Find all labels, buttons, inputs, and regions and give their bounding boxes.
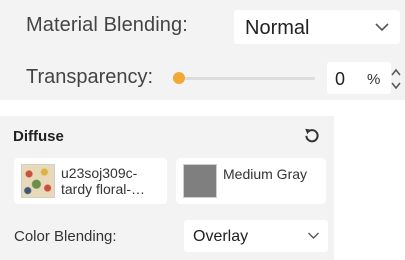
texture-name: u23soj309c-tardy floral-…	[61, 165, 146, 197]
color-blending-select[interactable]: Overlay	[184, 220, 328, 252]
material-blending-label: Material Blending:	[26, 14, 188, 36]
percent-unit: %	[367, 71, 381, 88]
stepper-arrows-icon[interactable]	[390, 66, 402, 92]
color-name: Medium Gray	[223, 166, 308, 182]
diffuse-title: Diffuse	[13, 128, 64, 145]
chevron-down-icon	[375, 23, 389, 32]
transparency-label: Transparency:	[26, 66, 154, 88]
color-swatch	[183, 164, 217, 198]
reset-icon[interactable]	[303, 126, 321, 144]
diffuse-panel: Diffuse u23soj309c-tardy floral-… Medium…	[0, 116, 334, 260]
transparency-value: 0	[335, 69, 346, 89]
color-blending-label: Color Blending:	[14, 228, 117, 245]
slider-thumb[interactable]	[173, 72, 185, 84]
material-blending-select[interactable]: Normal	[234, 10, 400, 44]
transparency-input[interactable]: 0 %	[327, 62, 391, 94]
material-settings-panel: Material Blending: Normal Transparency: …	[0, 0, 405, 100]
transparency-slider[interactable]	[173, 69, 315, 87]
material-blending-value: Normal	[245, 17, 310, 39]
color-blending-value: Overlay	[193, 228, 249, 245]
diffuse-texture-card[interactable]: u23soj309c-tardy floral-…	[14, 158, 167, 204]
chevron-down-icon	[308, 232, 319, 239]
texture-thumbnail	[21, 164, 55, 198]
diffuse-color-card[interactable]: Medium Gray	[176, 158, 326, 204]
slider-track	[173, 77, 315, 80]
